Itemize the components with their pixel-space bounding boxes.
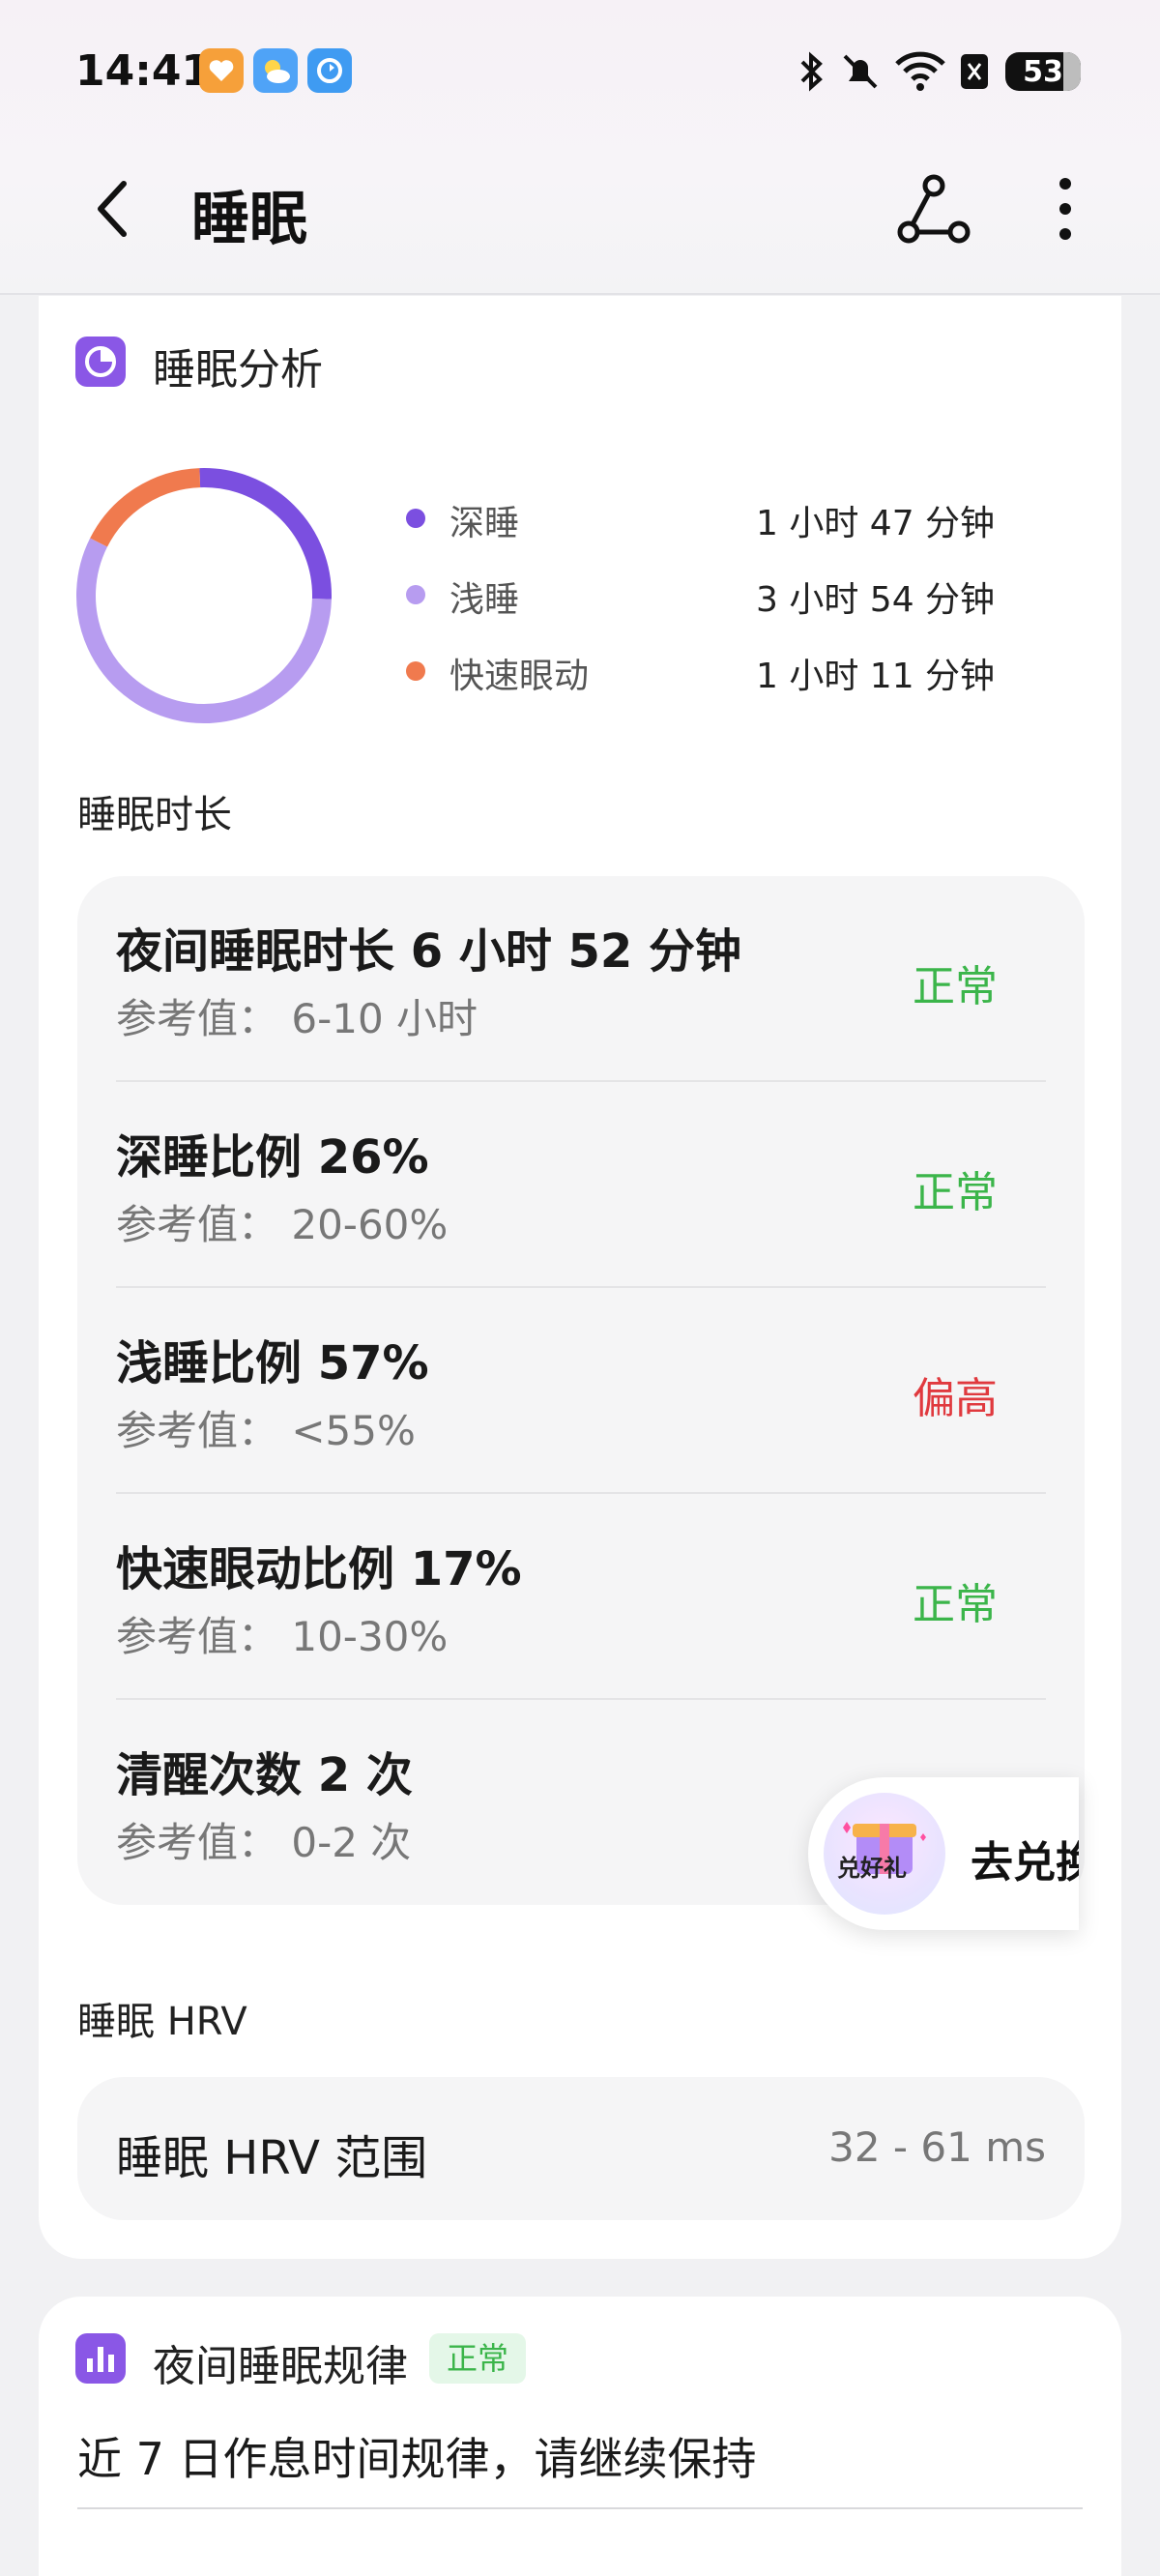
mute-icon (843, 54, 878, 89)
sleep-regularity-card[interactable]: 夜间睡眠规律 正常 近 7 日作息时间规律，请继续保持 (39, 2297, 1121, 2576)
legend-value: 3 小时 54 分钟 (756, 580, 996, 620)
divider (77, 2507, 1083, 2509)
status-badge: 正常 (429, 2333, 527, 2384)
hrv-row[interactable]: 睡眠 HRV 范围 32 - 61 ms (77, 2077, 1085, 2220)
sleep-analysis-card: 睡眠分析 深睡 1 小时 47 分钟 浅睡 3 小时 54 分钟 快速眼动 1 … (39, 296, 1121, 2259)
regularity-description: 近 7 日作息时间规律，请继续保持 (77, 2433, 757, 2485)
duration-heading: 睡眠时长 (77, 793, 232, 837)
legend-label: 浅睡 (450, 580, 520, 620)
legend-label: 深睡 (450, 504, 520, 543)
metric-title: 深睡比例 26% (116, 1130, 429, 1185)
metric-title: 夜间睡眠时长 6 小时 52 分钟 (116, 924, 742, 979)
metric-status: 正常 (913, 962, 998, 1011)
regularity-title: 夜间睡眠规律 (153, 2342, 408, 2391)
metric-status: 正常 (913, 1168, 998, 1217)
hrv-label: 睡眠 HRV 范围 (116, 2131, 428, 2185)
sleep-stage-donut (76, 468, 332, 723)
battery-indicator: 53 (1005, 52, 1081, 91)
status-bar: 14:41 53 (0, 39, 1160, 106)
metric-row[interactable]: 深睡比例 26% 参考值： 20-60% 正常 (77, 1082, 1085, 1288)
top-bar: 14:41 53 睡眠 (0, 0, 1160, 295)
share-nodes-icon[interactable] (897, 172, 971, 246)
metric-reference: 参考值： 0-2 次 (116, 1819, 412, 1866)
donut-segment (199, 468, 332, 600)
pie-chart-icon (75, 337, 126, 387)
heart-app-icon (199, 48, 244, 93)
metric-title: 快速眼动比例 17% (116, 1542, 522, 1596)
sync-app-icon (307, 48, 352, 93)
redeem-label: 去兑换 (971, 1838, 1079, 1888)
bluetooth-icon (800, 51, 823, 92)
weather-app-icon (253, 48, 298, 93)
metric-row[interactable]: 浅睡比例 57% 参考值： <55% 偏高 (77, 1288, 1085, 1494)
analysis-title: 睡眠分析 (153, 345, 323, 395)
metric-row[interactable]: 夜间睡眠时长 6 小时 52 分钟 参考值： 6-10 小时 正常 (77, 876, 1085, 1082)
metric-status: 正常 (913, 1580, 998, 1629)
legend-label: 快速眼动 (450, 657, 590, 696)
chevron-left-icon[interactable] (87, 174, 141, 244)
sim-off-icon (961, 54, 988, 89)
page-title: 睡眠 (191, 186, 307, 253)
gift-label: 兑好礼 (837, 1855, 907, 1882)
redeem-gift-button[interactable]: 兑好礼 去兑换 (808, 1777, 1079, 1930)
metric-status: 偏高 (913, 1374, 998, 1423)
metrics-list: 夜间睡眠时长 6 小时 52 分钟 参考值： 6-10 小时 正常 深睡比例 2… (77, 876, 1085, 1905)
metric-title: 浅睡比例 57% (116, 1336, 429, 1390)
legend-dot (406, 585, 425, 604)
hrv-heading: 睡眠 HRV (77, 2000, 247, 2044)
legend-value: 1 小时 11 分钟 (756, 657, 996, 696)
metric-row[interactable]: 快速眼动比例 17% 参考值： 10-30% 正常 (77, 1494, 1085, 1700)
donut-segment (90, 468, 201, 547)
metric-title: 清醒次数 2 次 (116, 1748, 413, 1802)
wifi-icon (895, 51, 945, 91)
status-time: 14:41 (75, 46, 212, 96)
hrv-value: 32 - 61 ms (828, 2123, 1046, 2171)
metric-reference: 参考值： 6-10 小时 (116, 995, 478, 1042)
legend-dot (406, 661, 425, 681)
bar-chart-icon (75, 2333, 126, 2384)
more-vertical-icon[interactable] (1044, 172, 1087, 246)
metric-reference: 参考值： 20-60% (116, 1201, 449, 1248)
navigation-bar: 睡眠 (0, 155, 1160, 261)
legend-value: 1 小时 47 分钟 (756, 504, 996, 543)
donut-segment (76, 538, 332, 723)
battery-level: 53 (1023, 54, 1063, 89)
legend-dot (406, 509, 425, 528)
metric-reference: 参考值： <55% (116, 1407, 416, 1454)
metric-reference: 参考值： 10-30% (116, 1613, 449, 1660)
